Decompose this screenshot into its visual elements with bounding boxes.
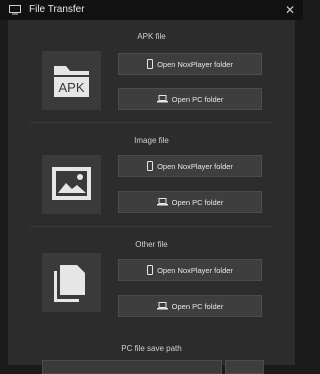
open-pc-folder-button-other[interactable]: Open PC folder <box>118 295 262 317</box>
section-title-other: Other file <box>135 240 168 249</box>
other-thumbnail <box>42 253 101 312</box>
close-button[interactable]: ✕ <box>283 3 297 17</box>
button-label: Open NoxPlayer folder <box>157 59 233 69</box>
button-label: Open NoxPlayer folder <box>157 161 233 171</box>
section-title-apk: APK file <box>137 32 166 41</box>
phone-icon <box>147 265 154 275</box>
laptop-icon <box>156 302 168 310</box>
window-title: File Transfer <box>29 4 85 15</box>
title-bar: File Transfer ✕ <box>0 0 303 20</box>
svg-text:APK: APK <box>58 80 84 95</box>
image-file-icon <box>52 167 91 200</box>
phone-icon <box>147 59 154 69</box>
section-divider <box>30 226 273 227</box>
section-divider <box>30 122 273 123</box>
button-label: Open PC folder <box>171 94 224 104</box>
open-noxplayer-folder-button-other[interactable]: Open NoxPlayer folder <box>118 259 262 281</box>
open-pc-folder-button-apk[interactable]: Open PC folder <box>118 88 262 110</box>
laptop-icon <box>156 95 168 103</box>
laptop-icon <box>156 198 168 206</box>
browse-path-button[interactable] <box>225 360 264 374</box>
save-path-input[interactable] <box>42 360 222 374</box>
open-noxplayer-folder-button-image[interactable]: Open NoxPlayer folder <box>118 155 262 177</box>
image-thumbnail <box>42 155 101 214</box>
button-label: Open PC folder <box>171 197 224 207</box>
section-title-image: Image file <box>134 136 169 145</box>
apk-folder-icon: APK <box>54 66 89 97</box>
save-path-label: PC file save path <box>121 344 182 353</box>
button-label: Open NoxPlayer folder <box>157 265 233 275</box>
button-label: Open PC folder <box>171 301 224 311</box>
open-noxplayer-folder-button-apk[interactable]: Open NoxPlayer folder <box>118 53 262 75</box>
apk-thumbnail: APK <box>42 51 101 110</box>
open-pc-folder-button-image[interactable]: Open PC folder <box>118 191 262 213</box>
documents-icon <box>54 265 85 302</box>
phone-icon <box>147 161 154 171</box>
monitor-icon <box>9 5 21 15</box>
